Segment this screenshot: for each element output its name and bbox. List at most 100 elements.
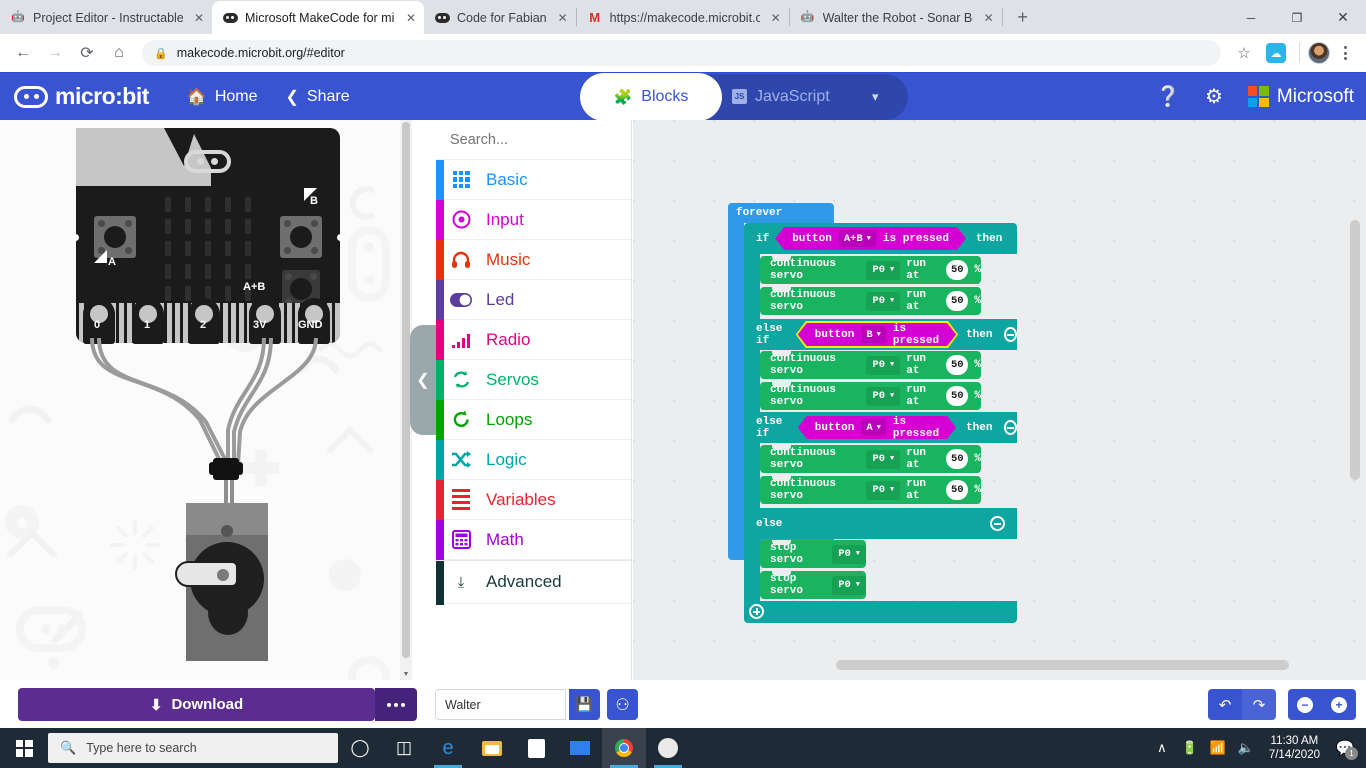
block-continuous-servo-0-1[interactable]: continuous servo P0 ▼ run at 50 %: [760, 287, 981, 315]
back-button[interactable]: ←: [8, 38, 38, 68]
servo-speed-input[interactable]: 50: [946, 480, 969, 500]
search-input[interactable]: [450, 131, 637, 148]
button-dropdown-0[interactable]: A+B ▼: [839, 230, 876, 247]
battery-icon[interactable]: 🔋: [1177, 728, 1203, 768]
wifi-icon[interactable]: 📶: [1205, 728, 1231, 768]
tab-javascript[interactable]: JS JavaScript: [732, 88, 830, 106]
browser-tab[interactable]: 🤖 Walter the Robot - Sonar Bot - ✕: [790, 1, 1002, 34]
window-maximize-button[interactable]: ❐: [1274, 1, 1320, 34]
start-button[interactable]: [0, 728, 48, 768]
taskbar-search-box[interactable]: 🔍 Type here to search: [48, 733, 338, 763]
microbit-logo[interactable]: micro:bit: [14, 83, 149, 110]
block-continuous-servo-1-0[interactable]: continuous servo P0 ▼ run at 50 %: [760, 351, 981, 379]
gear-icon[interactable]: ⚙: [1194, 77, 1234, 117]
edge-icon[interactable]: e: [426, 728, 470, 768]
collapse-simulator-button[interactable]: ❮: [410, 325, 436, 435]
microsoft-logo[interactable]: Microsoft: [1247, 86, 1354, 108]
remove-branch-button-2[interactable]: [1004, 420, 1017, 435]
pin-dropdown[interactable]: P0 ▼: [866, 260, 901, 280]
scrollbar-thumb[interactable]: [402, 122, 410, 658]
tray-chevron-icon[interactable]: ∧: [1149, 728, 1175, 768]
block-continuous-servo-2-0[interactable]: continuous servo P0 ▼ run at 50 %: [760, 445, 981, 473]
block-stop-servo-3-1[interactable]: stop servo P0 ▼: [760, 571, 866, 599]
scrollbar-thumb[interactable]: [836, 660, 1289, 670]
browser-tab[interactable]: 🤖 Project Editor - Instructables ✕: [0, 1, 212, 34]
block-continuous-servo-2-1[interactable]: continuous servo P0 ▼ run at 50 %: [760, 476, 981, 504]
taskbar-clock[interactable]: 11:30 AM 7/14/2020: [1261, 734, 1328, 762]
redo-button[interactable]: ↷: [1242, 689, 1276, 720]
paint-icon[interactable]: [646, 728, 690, 768]
address-bar[interactable]: 🔒 makecode.microbit.org/#editor: [142, 40, 1221, 66]
tab-close-icon[interactable]: ✕: [190, 9, 208, 27]
mail-icon[interactable]: [558, 728, 602, 768]
tab-close-icon[interactable]: ✕: [554, 9, 572, 27]
download-more-button[interactable]: [375, 688, 417, 721]
pin-dropdown[interactable]: P0 ▼: [866, 355, 901, 375]
browser-tab[interactable]: M https://makecode.microbit.org ✕: [577, 1, 789, 34]
window-close-button[interactable]: ✕: [1320, 1, 1366, 34]
toolbox-category-radio[interactable]: Radio: [436, 320, 631, 360]
browser-menu-icon[interactable]: [1332, 38, 1358, 68]
block-continuous-servo-0-0[interactable]: continuous servo P0 ▼ run at 50 %: [760, 256, 981, 284]
tab-close-icon[interactable]: ✕: [402, 9, 420, 27]
toolbox-category-led[interactable]: Led: [436, 280, 631, 320]
pin-dropdown[interactable]: P0 ▼: [832, 575, 866, 595]
blocks-workspace[interactable]: forever if button A+B ▼ is pressed then …: [633, 120, 1366, 680]
scrollbar-thumb[interactable]: [1350, 220, 1360, 480]
toolbox-category-logic[interactable]: Logic: [436, 440, 631, 480]
reload-button[interactable]: ⟳: [72, 38, 102, 68]
toolbox-category-input[interactable]: Input: [436, 200, 631, 240]
servo-speed-input[interactable]: 50: [946, 260, 969, 280]
button-dropdown-1[interactable]: B ▼: [861, 326, 886, 343]
block-else-header-3[interactable]: else: [744, 508, 1017, 539]
forward-button[interactable]: →: [40, 38, 70, 68]
condition-wrapper-2[interactable]: button A ▼ is pressed: [798, 416, 956, 439]
workspace-vertical-scrollbar[interactable]: [1350, 220, 1360, 480]
pin-dropdown[interactable]: P0 ▼: [866, 480, 901, 500]
save-project-button[interactable]: 💾: [569, 689, 600, 720]
new-tab-button[interactable]: +: [1009, 3, 1037, 31]
store-icon[interactable]: [514, 728, 558, 768]
file-explorer-icon[interactable]: [470, 728, 514, 768]
extension-icon[interactable]: ☁: [1266, 43, 1286, 63]
block-button-is-pressed-1[interactable]: button B ▼ is pressed: [798, 323, 956, 346]
project-name-input[interactable]: [435, 689, 566, 720]
volume-icon[interactable]: 🔈: [1233, 728, 1259, 768]
home-button[interactable]: ⌂: [104, 38, 134, 68]
toolbox-category-math[interactable]: Math: [436, 520, 631, 560]
help-icon[interactable]: ❔: [1148, 77, 1188, 117]
pin-dropdown[interactable]: P0 ▼: [832, 544, 866, 564]
condition-wrapper-1[interactable]: button B ▼ is pressed: [798, 323, 956, 346]
pin-dropdown[interactable]: P0 ▼: [866, 386, 901, 406]
block-if-header-0[interactable]: if button A+B ▼ is pressed then: [744, 223, 1017, 254]
tab-close-icon[interactable]: ✕: [767, 9, 785, 27]
block-elseif-header-1[interactable]: else if button B ▼ is pressed then: [744, 319, 1017, 350]
zoom-out-button[interactable]: −: [1288, 689, 1322, 720]
tab-close-icon[interactable]: ✕: [980, 9, 998, 27]
bookmark-star-icon[interactable]: ☆: [1229, 38, 1259, 68]
button-dropdown-2[interactable]: A ▼: [861, 419, 886, 436]
workspace-horizontal-scrollbar[interactable]: [633, 658, 1366, 672]
toolbox-category-loops[interactable]: Loops: [436, 400, 631, 440]
chrome-icon[interactable]: [602, 728, 646, 768]
pin-dropdown[interactable]: P0 ▼: [866, 449, 901, 469]
profile-avatar-icon[interactable]: [1308, 42, 1330, 64]
browser-tab[interactable]: Code for Fabian ✕: [424, 1, 576, 34]
remove-branch-button-3[interactable]: [990, 516, 1005, 531]
window-minimize-button[interactable]: ─: [1228, 1, 1274, 34]
block-button-is-pressed-2[interactable]: button A ▼ is pressed: [798, 416, 956, 439]
home-button[interactable]: 🏠 Home: [173, 73, 272, 120]
toolbox-category-music[interactable]: Music: [436, 240, 631, 280]
cortana-icon[interactable]: ◯: [338, 728, 382, 768]
condition-wrapper-0[interactable]: button A+B ▼ is pressed: [775, 227, 966, 250]
servo-speed-input[interactable]: 50: [946, 386, 969, 406]
add-branch-button[interactable]: [749, 604, 764, 619]
block-stop-servo-3-0[interactable]: stop servo P0 ▼: [760, 540, 866, 568]
scroll-down-arrow-icon[interactable]: ▼: [400, 668, 412, 680]
block-continuous-servo-1-1[interactable]: continuous servo P0 ▼ run at 50 %: [760, 382, 981, 410]
remove-branch-button-1[interactable]: [1004, 327, 1017, 342]
toolbox-category-advanced[interactable]: ⤓ Advanced: [436, 560, 631, 605]
github-button[interactable]: ⚇: [607, 689, 638, 720]
tab-blocks[interactable]: 🧩 Blocks: [580, 72, 722, 121]
servo-speed-input[interactable]: 50: [946, 355, 969, 375]
